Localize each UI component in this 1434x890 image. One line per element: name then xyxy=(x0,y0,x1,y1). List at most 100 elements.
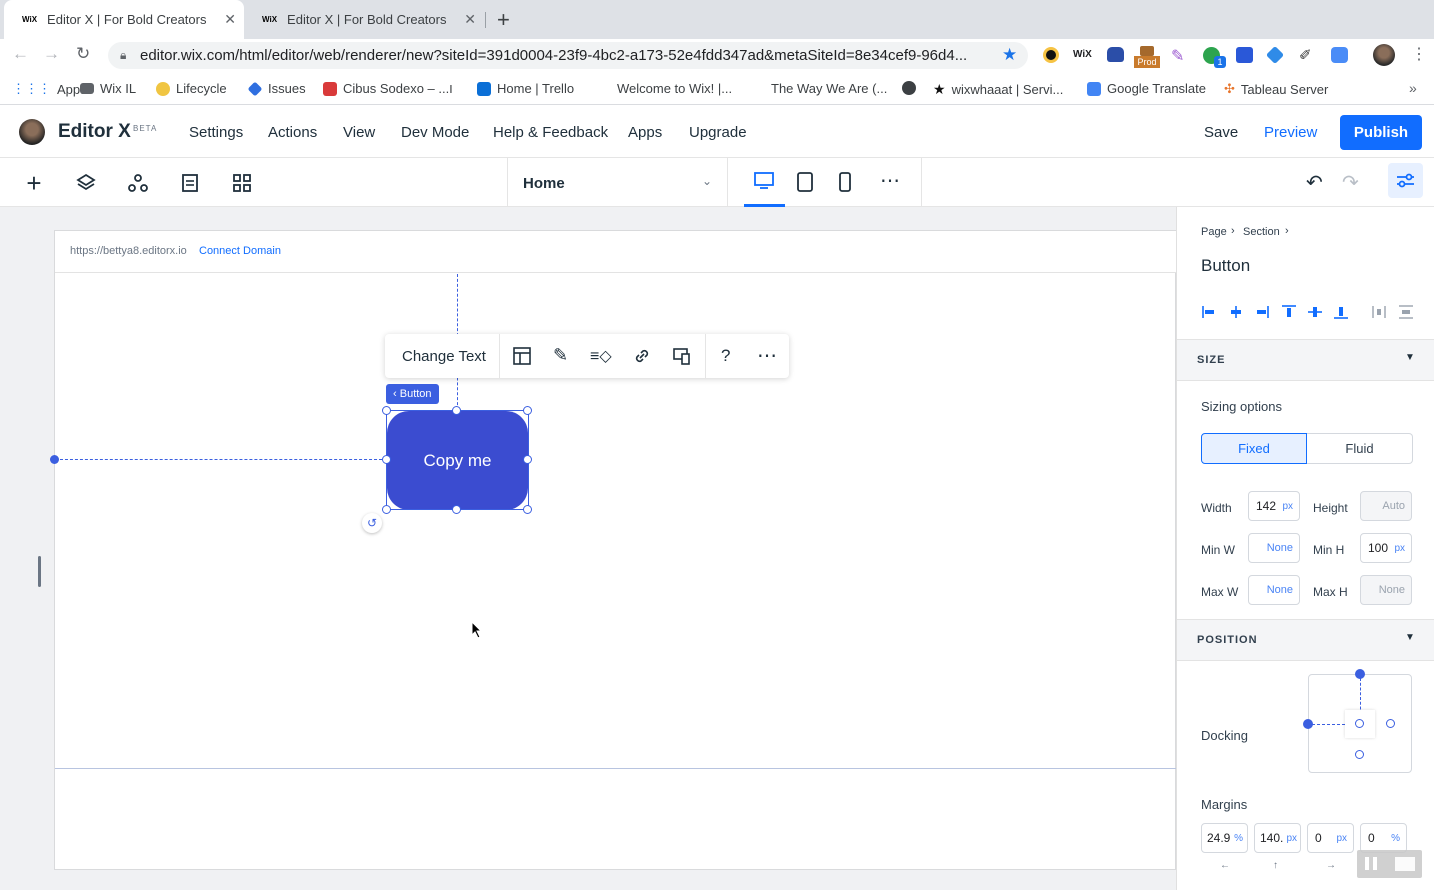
fluid-option[interactable]: Fluid xyxy=(1307,433,1413,464)
layers-icon[interactable] xyxy=(75,172,97,194)
prod-extension-icon[interactable]: Prod xyxy=(1134,46,1160,68)
resize-handle[interactable] xyxy=(523,406,532,415)
margin-bottom-input[interactable]: 0% xyxy=(1360,823,1407,853)
bookmark-wix-il[interactable]: Wix IL xyxy=(80,81,136,96)
breadcrumb-section[interactable]: Section xyxy=(1243,226,1280,238)
resize-handle[interactable] xyxy=(382,505,391,514)
close-tab-icon[interactable]: ✕ xyxy=(464,11,476,28)
bookmark-globe[interactable] xyxy=(902,81,916,95)
menu-help-feedback[interactable]: Help & Feedback xyxy=(493,124,608,141)
bookmark-issues[interactable]: Issues xyxy=(247,81,306,96)
min-height-input[interactable]: 100 px xyxy=(1360,533,1412,563)
bookmark-lifecycle[interactable]: Lifecycle xyxy=(156,81,227,96)
min-width-input[interactable]: None xyxy=(1248,533,1300,563)
bookmark-cibus[interactable]: Cibus Sodexo – ...ו xyxy=(323,81,453,96)
resize-handle[interactable] xyxy=(452,406,461,415)
resize-handle[interactable] xyxy=(523,505,532,514)
eyedropper-extension-icon[interactable]: ✐ xyxy=(1299,46,1312,64)
menu-actions[interactable]: Actions xyxy=(268,124,317,141)
resize-handle[interactable] xyxy=(382,406,391,415)
pages-icon[interactable] xyxy=(179,172,201,194)
pen-extension-icon[interactable]: ✎ xyxy=(1171,46,1184,66)
site-avatar[interactable] xyxy=(19,119,45,145)
bookmark-welcome-wix[interactable]: Welcome to Wix! |... xyxy=(617,81,732,96)
bookmark-tableau[interactable]: ✣ Tableau Server xyxy=(1224,81,1328,97)
resize-handle[interactable] xyxy=(382,455,391,464)
bookmark-star-icon[interactable]: ★ xyxy=(1002,45,1017,65)
max-width-input[interactable]: None xyxy=(1248,575,1300,605)
wix-extension-icon[interactable]: WiX xyxy=(1073,49,1092,60)
more-actions-icon[interactable]: ⋯ xyxy=(757,343,777,368)
apps-grid-icon[interactable] xyxy=(231,172,253,194)
menu-view[interactable]: View xyxy=(343,124,375,141)
menu-dev-mode[interactable]: Dev Mode xyxy=(401,124,469,141)
bookmark-google-translate[interactable]: Google Translate xyxy=(1087,81,1206,96)
bookmark-the-way-we-are[interactable]: The Way We Are (... xyxy=(771,81,887,96)
reload-icon[interactable]: ↻ xyxy=(76,44,90,64)
components-icon[interactable] xyxy=(127,172,149,194)
alignment-toolbar[interactable] xyxy=(1201,304,1419,320)
inspector-toggle[interactable] xyxy=(1388,163,1423,198)
browser-menu-icon[interactable]: ⋮ xyxy=(1411,44,1427,64)
zoom-extension-icon[interactable] xyxy=(1331,47,1348,63)
undo-icon[interactable]: ↶ xyxy=(1306,170,1323,195)
dock-right-handle[interactable] xyxy=(1386,719,1395,728)
menu-settings[interactable]: Settings xyxy=(189,124,243,141)
dock-left-handle[interactable] xyxy=(1303,719,1313,729)
tablet-breakpoint-icon[interactable] xyxy=(797,172,813,197)
preview-button[interactable]: Preview xyxy=(1264,124,1317,141)
dock-bottom-handle[interactable] xyxy=(1355,750,1364,759)
redo-icon[interactable]: ↷ xyxy=(1342,170,1359,195)
resize-handle[interactable] xyxy=(452,505,461,514)
bookmark-apps[interactable]: ⋮⋮⋮ Apps xyxy=(12,81,87,97)
layout-icon[interactable] xyxy=(513,347,531,370)
change-text-button[interactable]: Change Text xyxy=(402,348,486,365)
bookmark-trello[interactable]: Home | Trello xyxy=(477,81,574,96)
close-tab-icon[interactable]: ✕ xyxy=(224,11,236,28)
mobile-breakpoint-icon[interactable] xyxy=(839,172,851,197)
extension-icon[interactable] xyxy=(1043,47,1059,63)
ghost-extension-icon[interactable] xyxy=(1107,47,1124,62)
fixed-option[interactable]: Fixed xyxy=(1201,433,1307,464)
more-breakpoints-icon[interactable]: ⋯ xyxy=(880,168,900,193)
element-tag[interactable]: ‹ Button xyxy=(386,384,439,404)
collapse-triangle-icon[interactable]: ▼ xyxy=(1405,632,1415,643)
bookmark-wixwhaaat[interactable]: ★ wixwhaaat | Servi... xyxy=(933,81,1063,98)
rotate-handle-icon[interactable]: ↺ xyxy=(362,513,382,533)
height-input[interactable]: Auto xyxy=(1360,491,1412,521)
connect-domain-link[interactable]: Connect Domain xyxy=(199,245,281,257)
back-icon[interactable]: ← xyxy=(12,44,29,64)
animation-icon[interactable]: ≡◇ xyxy=(590,346,612,366)
publish-button[interactable]: Publish xyxy=(1340,115,1422,150)
chevron-down-icon[interactable]: ⌄ xyxy=(702,174,712,188)
more-bookmarks-icon[interactable]: » xyxy=(1409,80,1417,96)
browser-tab-active[interactable]: WiX Editor X | For Bold Creators ✕ xyxy=(4,0,244,39)
width-input[interactable]: 142 px xyxy=(1248,491,1300,521)
page-selector[interactable]: Home xyxy=(523,175,565,192)
profile-avatar[interactable] xyxy=(1373,44,1395,66)
margin-top-input[interactable]: 140. px xyxy=(1254,823,1301,853)
browser-tab[interactable]: WiX Editor X | For Bold Creators ✕ xyxy=(244,0,484,39)
desktop-breakpoint-tab[interactable] xyxy=(744,158,785,207)
collapse-triangle-icon[interactable]: ▼ xyxy=(1405,352,1415,363)
link-icon[interactable] xyxy=(633,347,651,370)
url-bar[interactable]: 🔒︎ editor.wix.com/html/editor/web/render… xyxy=(108,42,1028,69)
site-page[interactable] xyxy=(54,230,1176,870)
breadcrumb-page[interactable]: Page xyxy=(1201,226,1227,238)
menu-apps[interactable]: Apps xyxy=(628,124,662,141)
resize-handle[interactable] xyxy=(523,455,532,464)
responsive-icon[interactable] xyxy=(673,347,691,370)
margin-left-input[interactable]: 24.9% xyxy=(1201,823,1248,853)
video-extension-icon[interactable] xyxy=(1236,47,1253,63)
forward-icon[interactable]: → xyxy=(43,44,60,64)
menu-upgrade[interactable]: Upgrade xyxy=(689,124,747,141)
help-icon[interactable]: ? xyxy=(721,346,730,366)
add-element-icon[interactable]: + xyxy=(23,168,45,198)
new-tab-icon[interactable]: + xyxy=(497,7,510,33)
max-height-input[interactable]: None xyxy=(1360,575,1412,605)
dock-center-handle[interactable] xyxy=(1355,719,1364,728)
design-brush-icon[interactable]: ✎ xyxy=(553,345,568,366)
margin-right-input[interactable]: 0 px xyxy=(1307,823,1354,853)
section-resize-handle[interactable] xyxy=(38,556,41,587)
dock-top-handle[interactable] xyxy=(1355,669,1365,679)
